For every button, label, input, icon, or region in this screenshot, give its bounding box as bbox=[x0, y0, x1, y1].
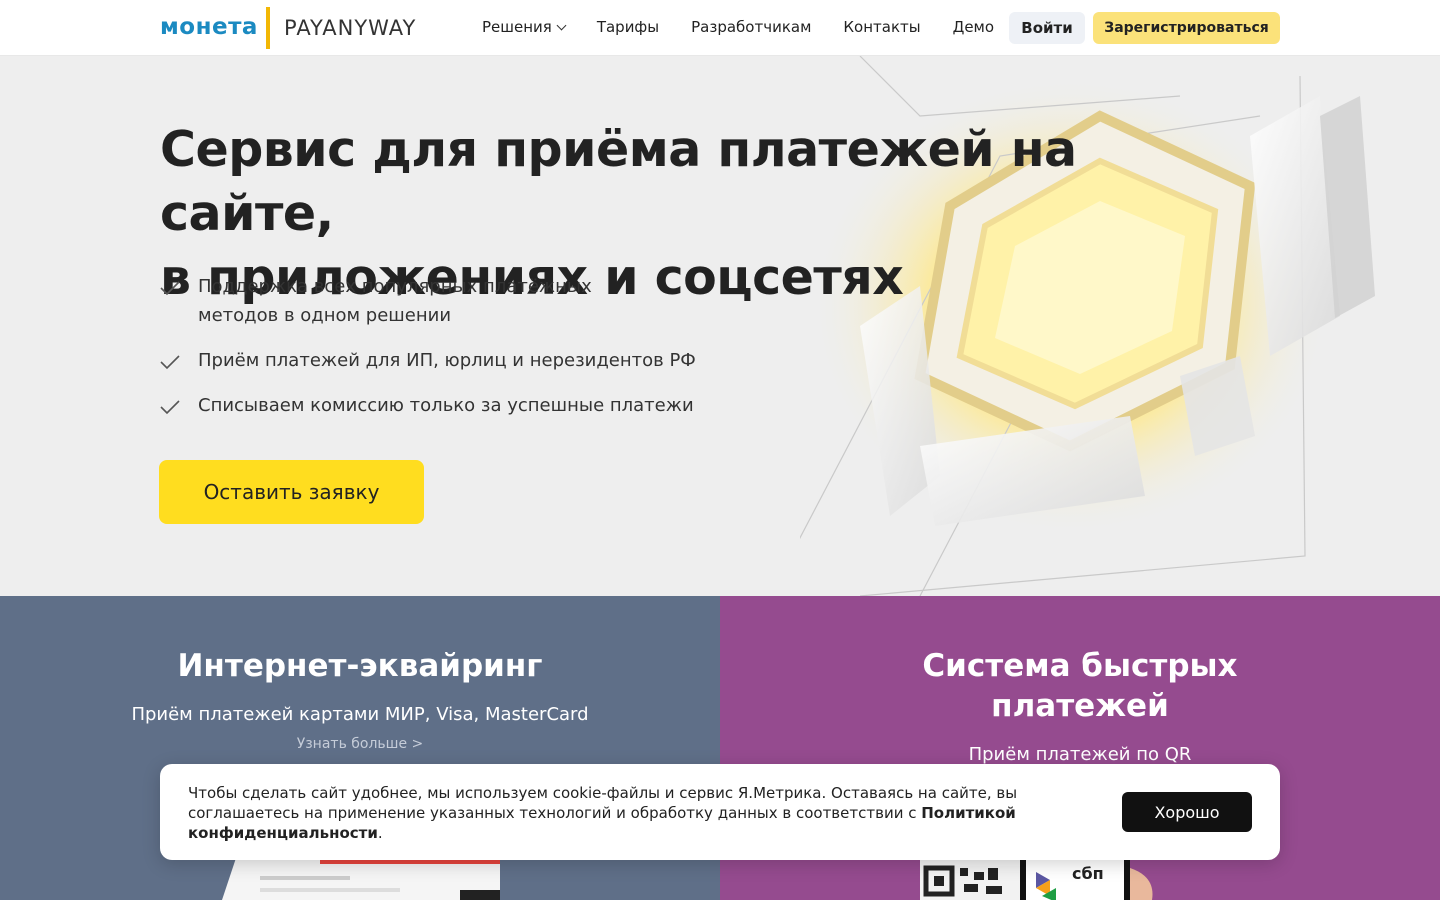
nav-item-developers[interactable]: Разработчикам bbox=[691, 18, 811, 36]
cookie-text: Чтобы сделать сайт удобнее, мы используе… bbox=[188, 783, 1048, 843]
qr-phone-illustration bbox=[920, 858, 1153, 900]
sbp-title: Система быстрых платежей bbox=[720, 646, 1440, 726]
acquiring-title: Интернет-эквайринг bbox=[177, 648, 543, 684]
nav-item-label: Решения bbox=[482, 18, 552, 36]
main-nav: Решения Тарифы Разработчикам Контакты Де… bbox=[482, 18, 1026, 36]
cookie-accept-button[interactable]: Хорошо bbox=[1122, 792, 1252, 832]
sbp-title-line-2: платежей bbox=[991, 688, 1169, 724]
check-icon bbox=[160, 281, 180, 296]
chevron-down-icon bbox=[556, 20, 567, 30]
submit-request-button[interactable]: Оставить заявку bbox=[159, 460, 424, 524]
nav-item-demo[interactable]: Демо bbox=[953, 18, 994, 36]
payanyway-logo[interactable]: PAYANYWAY bbox=[284, 16, 416, 40]
hero-section: Сервис для приёма платежей на сайте, в п… bbox=[0, 56, 1440, 596]
cookie-banner: Чтобы сделать сайт удобнее, мы используе… bbox=[160, 764, 1280, 860]
sbp-logo-text: сбп bbox=[1072, 864, 1104, 883]
nav-item-label: Контакты bbox=[843, 18, 921, 36]
sbp-subtitle: Приём платежей по QR bbox=[968, 744, 1192, 765]
feature-text: Списываем комиссию только за успешные пл… bbox=[198, 395, 694, 416]
nav-item-label: Тарифы bbox=[596, 18, 660, 36]
cookie-message: Чтобы сделать сайт удобнее, мы используе… bbox=[188, 784, 1018, 822]
sbp-title-line-1: Система быстрых bbox=[922, 648, 1238, 684]
nav-item-contacts[interactable]: Контакты bbox=[843, 18, 920, 36]
list-item: Списываем комиссию только за успешные пл… bbox=[160, 391, 720, 420]
nav-item-label: Разработчикам bbox=[691, 18, 812, 36]
moneta-logo[interactable]: монета bbox=[160, 14, 258, 40]
learn-more-link[interactable]: Узнать больше > bbox=[0, 736, 720, 752]
site-header: монета PAYANYWAY Решения Тарифы Разработ… bbox=[0, 0, 1440, 56]
list-item: Приём платежей для ИП, юрлиц и нерезиден… bbox=[160, 346, 720, 375]
nav-item-tariffs[interactable]: Тарифы bbox=[597, 18, 659, 36]
logo-separator bbox=[266, 7, 270, 49]
acquiring-subtitle: Приём платежей картами МИР, Visa, Master… bbox=[131, 704, 589, 725]
feature-list: Поддержка всех популярных платёжных мето… bbox=[160, 272, 720, 436]
feature-text: Приём платежей для ИП, юрлиц и нерезиден… bbox=[198, 350, 696, 371]
nav-item-label: Демо bbox=[952, 18, 995, 36]
hero-title-line-1: Сервис для приёма платежей на сайте, bbox=[160, 121, 1077, 242]
feature-text: Поддержка всех популярных платёжных мето… bbox=[198, 276, 592, 326]
nav-item-solutions[interactable]: Решения bbox=[482, 18, 567, 36]
check-icon bbox=[160, 400, 180, 415]
cookie-period: . bbox=[377, 824, 383, 842]
list-item: Поддержка всех популярных платёжных мето… bbox=[160, 272, 720, 330]
check-icon bbox=[160, 355, 180, 370]
login-button[interactable]: Войти bbox=[1009, 12, 1085, 44]
register-button[interactable]: Зарегистрироваться bbox=[1093, 12, 1280, 44]
